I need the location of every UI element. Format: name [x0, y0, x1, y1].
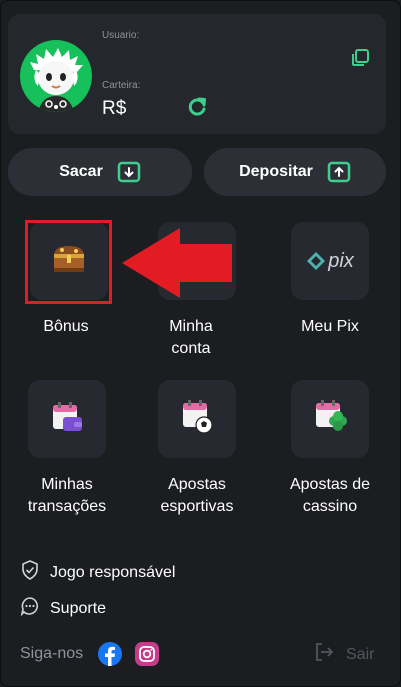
shield-check-icon — [20, 560, 40, 585]
apostas-cassino-tile[interactable] — [291, 380, 369, 458]
apostas-esportivas-tile[interactable] — [158, 380, 236, 458]
refresh-icon[interactable] — [186, 96, 208, 118]
bonus-label: Bônus — [43, 318, 89, 335]
meu-pix-tile[interactable]: pix — [291, 222, 369, 300]
soccer-calendar-icon — [180, 399, 214, 439]
bonus-highlight-box — [25, 220, 112, 304]
red-arrow — [120, 226, 234, 305]
suporte-link[interactable]: Suporte — [20, 596, 106, 621]
pix-logo-text: pix — [328, 249, 354, 272]
withdraw-icon — [117, 160, 141, 184]
depositar-button[interactable]: Depositar — [204, 148, 386, 196]
jogo-responsavel-label: Jogo responsável — [50, 563, 176, 581]
clover-calendar-icon — [313, 399, 347, 439]
sair-label: Sair — [346, 645, 375, 663]
profile-card: Usuario: Carteira: R$ — [8, 14, 386, 134]
apostas-esportivas-label: Apostas esportivas — [160, 476, 234, 515]
copy-icon[interactable] — [350, 48, 370, 68]
logout-icon — [314, 642, 334, 667]
suporte-label: Suporte — [50, 599, 107, 617]
siga-nos-label: Siga-nos — [20, 645, 84, 662]
sair-button[interactable]: Sair — [314, 642, 374, 667]
wallet-calendar-icon — [50, 400, 84, 439]
chat-icon — [20, 596, 40, 621]
wallet-balance: R$ — [102, 98, 127, 119]
meu-pix-label: Meu Pix — [301, 318, 359, 335]
avatar[interactable] — [20, 40, 92, 112]
minha-conta-label: Minha conta — [169, 318, 213, 357]
minhas-transacoes-tile[interactable] — [28, 380, 106, 458]
facebook-icon[interactable] — [98, 642, 122, 666]
apostas-cassino-label: Apostas de cassino — [289, 476, 371, 515]
jogo-responsavel-link[interactable]: Jogo responsável — [20, 560, 175, 585]
sacar-button[interactable]: Sacar — [8, 148, 192, 196]
sacar-label: Sacar — [59, 163, 103, 180]
usuario-label: Usuario: — [102, 30, 140, 41]
deposit-icon — [327, 160, 351, 184]
carteira-label: Carteira: — [102, 80, 141, 91]
instagram-icon[interactable] — [135, 642, 159, 666]
minhas-transacoes-label: Minhas transações — [27, 476, 107, 515]
pix-logo-icon: pix — [306, 250, 354, 273]
depositar-label: Depositar — [239, 163, 313, 180]
